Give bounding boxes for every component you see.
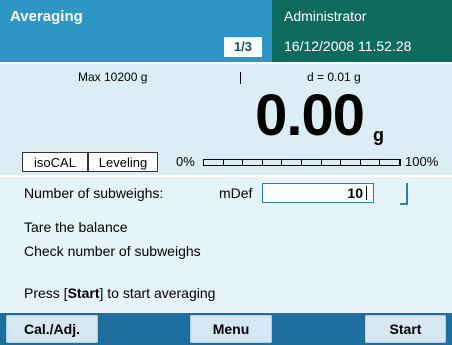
- max-capacity-label: Max 10200 g: [78, 70, 148, 84]
- user-name: Administrator: [284, 8, 367, 24]
- center-mark: [240, 72, 241, 84]
- press-start-instruction: Press [Start] to start averaging: [24, 285, 215, 301]
- page-indicator[interactable]: 1/3: [224, 37, 262, 57]
- datetime: 16/12/2008 11.52.28: [284, 38, 412, 54]
- application-panel: Number of subweighs: mDef 10 Tare the ba…: [0, 175, 452, 315]
- field-scroll-indicator: [400, 183, 408, 205]
- app-title: Averaging: [10, 8, 83, 25]
- cal-adj-button[interactable]: Cal./Adj.: [6, 315, 98, 343]
- press-key: Start: [67, 285, 100, 301]
- weight-display: Max 10200 g d = 0.01 g 0.00 g isoCAL Lev…: [0, 62, 452, 175]
- capacity-bargraph: [203, 159, 401, 166]
- isocal-tab[interactable]: isoCAL: [22, 152, 88, 172]
- softkey-bar: Cal./Adj. Menu Start: [0, 313, 452, 345]
- instruction-tare: Tare the balance: [24, 219, 128, 235]
- subweighs-input[interactable]: 10: [262, 183, 374, 203]
- leveling-tab[interactable]: Leveling: [88, 152, 158, 172]
- start-button[interactable]: Start: [365, 315, 446, 343]
- press-suffix: ] to start averaging: [99, 285, 216, 301]
- weight-unit: g: [373, 125, 384, 145]
- press-prefix: Press [: [24, 285, 68, 301]
- subweighs-mode: mDef: [219, 185, 253, 201]
- header-bar: Averaging 1/3 Administrator 16/12/2008 1…: [0, 0, 452, 62]
- bargraph-min-label: 0%: [176, 154, 195, 169]
- instruction-check: Check number of subweighs: [24, 243, 201, 259]
- menu-button[interactable]: Menu: [190, 315, 272, 343]
- balance-screen: Averaging 1/3 Administrator 16/12/2008 1…: [0, 0, 452, 345]
- bargraph-max-label: 100%: [405, 154, 439, 169]
- subweighs-label: Number of subweighs:: [24, 185, 164, 201]
- user-panel: Administrator 16/12/2008 11.52.28: [272, 0, 452, 62]
- weight-value: 0.00: [255, 83, 365, 148]
